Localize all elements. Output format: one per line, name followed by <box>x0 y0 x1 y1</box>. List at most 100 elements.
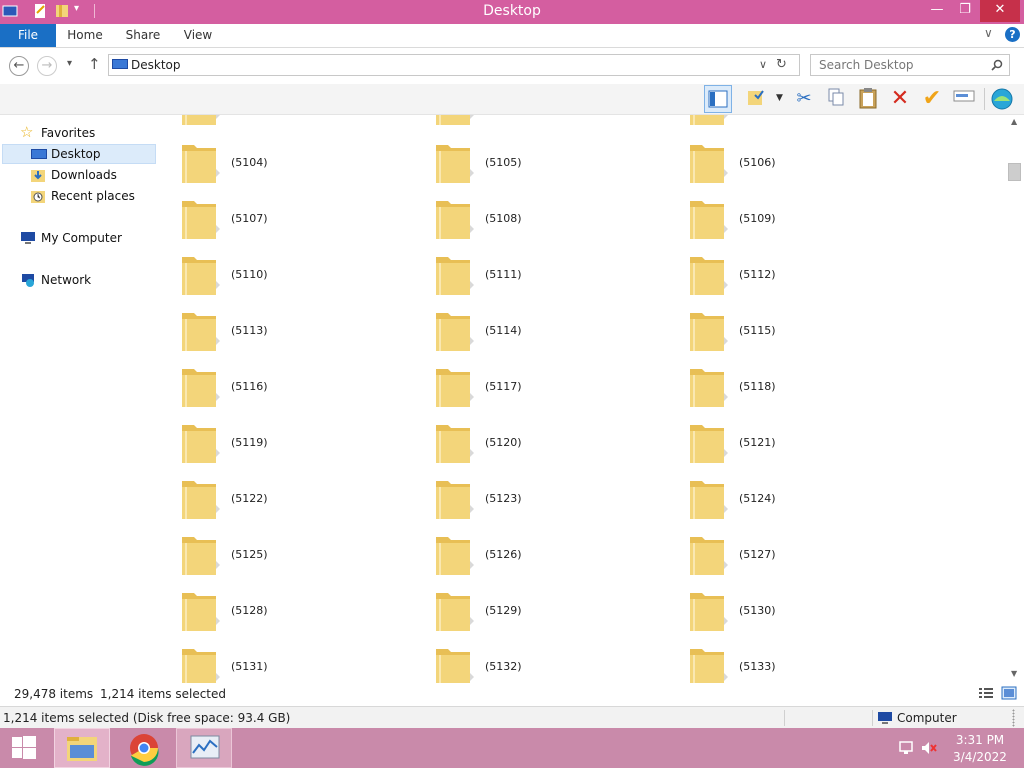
folder-name: (5104) <box>231 156 268 169</box>
folder-name: (5116) <box>231 380 268 393</box>
folder-item[interactable]: (5112) <box>688 251 888 299</box>
volume-muted-icon[interactable] <box>920 740 938 756</box>
divider <box>872 710 873 726</box>
nav-item-desktop[interactable]: Desktop <box>2 144 156 164</box>
folder-item[interactable]: (5107) <box>180 195 380 243</box>
folder-icon <box>434 531 474 577</box>
taskbar-file-explorer[interactable] <box>54 728 110 768</box>
network-tray-icon[interactable] <box>898 740 914 756</box>
folder-name: (5127) <box>739 548 776 561</box>
folder-item[interactable]: (5130) <box>688 587 888 635</box>
network-globe-icon[interactable] <box>990 87 1014 111</box>
folder-icon <box>180 475 220 521</box>
clock-date[interactable]: 3/4/2022 <box>940 750 1020 764</box>
folder-icon <box>180 307 220 353</box>
tab-view[interactable]: View <box>178 24 218 47</box>
folder-item[interactable]: (5120) <box>434 419 634 467</box>
refresh-icon[interactable]: ↻ <box>776 57 787 72</box>
chrome-icon <box>130 734 159 766</box>
address-bar[interactable]: Desktop ∨ <box>108 54 800 76</box>
folder-options-dropdown-icon[interactable]: ▼ <box>776 93 783 103</box>
folder-item[interactable]: (5121) <box>688 419 888 467</box>
folder-item[interactable]: (5126) <box>434 531 634 579</box>
help-icon[interactable]: ? <box>1005 27 1020 42</box>
taskbar-resource-monitor[interactable] <box>176 728 232 768</box>
close-button[interactable]: ✕ <box>980 0 1020 22</box>
folder-icon[interactable] <box>434 115 474 127</box>
folder-item[interactable]: (5125) <box>180 531 380 579</box>
folder-item[interactable]: (5118) <box>688 363 888 411</box>
folder-icon[interactable] <box>688 115 728 127</box>
taskbar-chrome[interactable] <box>116 728 172 768</box>
resize-grip-icon[interactable] <box>1012 709 1015 727</box>
computer-icon <box>21 232 35 244</box>
tab-file[interactable]: File <box>0 24 56 47</box>
clock-time[interactable]: 3:31 PM <box>940 733 1020 747</box>
up-icon[interactable]: ↑ <box>88 55 101 73</box>
folder-item[interactable]: (5104) <box>180 139 380 187</box>
nav-item-network[interactable]: Network <box>0 270 160 290</box>
nav-item-label: Downloads <box>51 168 117 182</box>
checkmark-icon[interactable]: ✔ <box>920 87 944 111</box>
folder-item[interactable]: (5111) <box>434 251 634 299</box>
address-dropdown-icon[interactable]: ∨ <box>759 58 767 71</box>
scroll-down-icon[interactable]: ▼ <box>1011 669 1017 678</box>
folder-item[interactable]: (5132) <box>434 643 634 683</box>
restore-button[interactable]: ❐ <box>950 0 980 22</box>
nav-favorites[interactable]: ☆ Favorites <box>0 123 160 143</box>
folder-item[interactable]: (5110) <box>180 251 380 299</box>
back-icon[interactable]: ← <box>9 56 29 76</box>
search-input[interactable]: Search Desktop <box>810 54 1010 76</box>
recent-locations-icon[interactable]: ▾ <box>67 58 72 69</box>
folder-item[interactable]: (5122) <box>180 475 380 523</box>
tab-home[interactable]: Home <box>62 24 108 47</box>
folder-item[interactable]: (5108) <box>434 195 634 243</box>
folder-item[interactable]: (5114) <box>434 307 634 355</box>
nav-item-my-computer[interactable]: My Computer <box>0 228 160 248</box>
start-button[interactable] <box>0 728 56 768</box>
details-view-icon[interactable] <box>978 687 994 700</box>
folder-item[interactable]: (5109) <box>688 195 888 243</box>
folder-item[interactable]: (5119) <box>180 419 380 467</box>
folder-icon <box>434 139 474 185</box>
folder-item[interactable]: (5115) <box>688 307 888 355</box>
delete-icon[interactable]: ✕ <box>888 87 912 111</box>
folder-icon <box>688 587 728 633</box>
folder-icon[interactable] <box>180 115 220 127</box>
folder-item[interactable]: (5127) <box>688 531 888 579</box>
folder-options-icon[interactable] <box>744 87 768 111</box>
nav-item-downloads[interactable]: Downloads <box>0 165 160 185</box>
tab-share[interactable]: Share <box>120 24 166 47</box>
folder-item[interactable]: (5106) <box>688 139 888 187</box>
paste-icon[interactable] <box>856 87 880 111</box>
folder-icon <box>688 643 728 683</box>
star-icon: ☆ <box>20 123 34 141</box>
preview-pane-icon[interactable] <box>704 85 732 113</box>
cut-icon[interactable]: ✂ <box>792 87 816 111</box>
expand-ribbon-icon[interactable]: ∨ <box>984 26 993 40</box>
folder-icon <box>688 251 728 297</box>
forward-icon[interactable]: → <box>37 56 57 76</box>
rename-icon[interactable] <box>952 87 976 111</box>
downloads-icon <box>31 170 45 182</box>
folder-item[interactable]: (5123) <box>434 475 634 523</box>
scrollbar-thumb[interactable] <box>1008 163 1021 181</box>
folder-item[interactable]: (5131) <box>180 643 380 683</box>
folder-item[interactable]: (5117) <box>434 363 634 411</box>
folder-item[interactable]: (5133) <box>688 643 888 683</box>
folder-item[interactable]: (5113) <box>180 307 380 355</box>
scroll-up-icon[interactable]: ▲ <box>1011 117 1017 126</box>
folder-item[interactable]: (5128) <box>180 587 380 635</box>
folder-name: (5119) <box>231 436 268 449</box>
vertical-scrollbar[interactable]: ▲ ▼ <box>1006 115 1024 683</box>
folder-item[interactable]: (5116) <box>180 363 380 411</box>
copy-icon[interactable] <box>824 87 848 111</box>
folder-name: (5125) <box>231 548 268 561</box>
folder-item[interactable]: (5129) <box>434 587 634 635</box>
folder-item[interactable]: (5105) <box>434 139 634 187</box>
search-icon[interactable] <box>991 59 1003 71</box>
large-icons-view-icon[interactable] <box>1001 686 1017 700</box>
nav-item-recent-places[interactable]: Recent places <box>0 186 160 206</box>
folder-item[interactable]: (5124) <box>688 475 888 523</box>
minimize-button[interactable]: — <box>922 0 952 22</box>
